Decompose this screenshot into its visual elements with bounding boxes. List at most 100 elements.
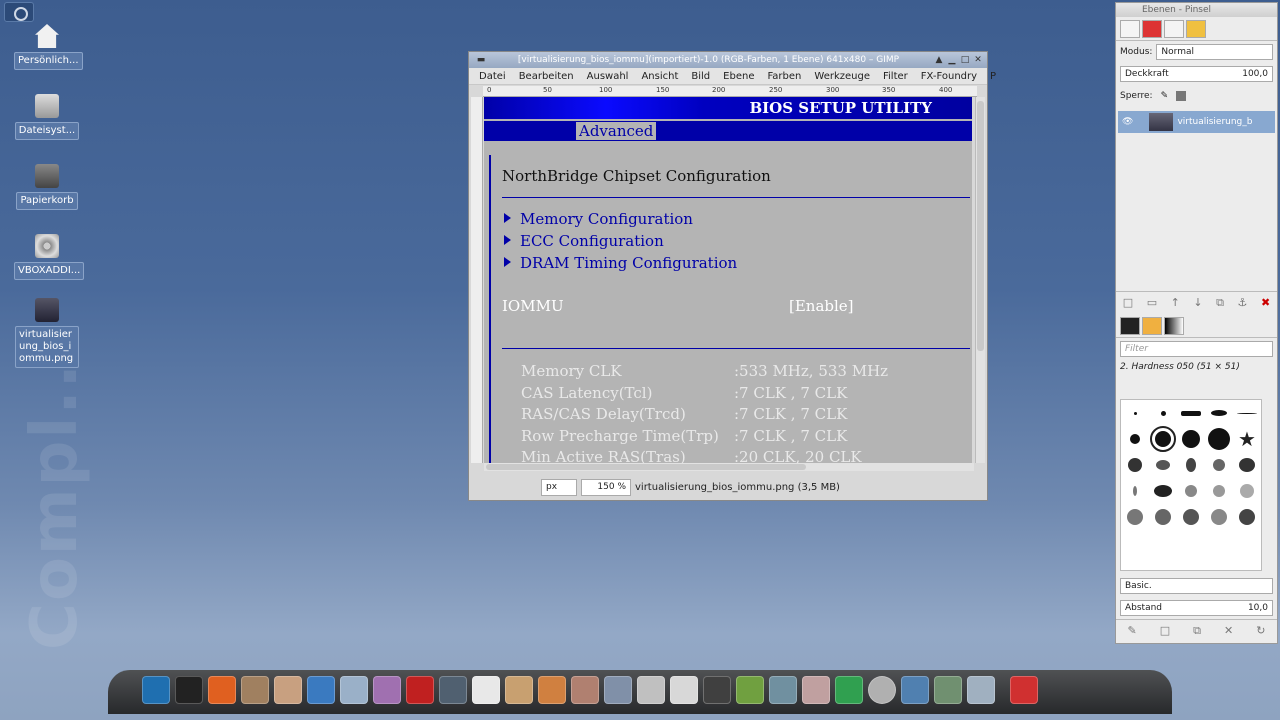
maximize-icon[interactable]: □	[960, 55, 970, 65]
brush-item[interactable]	[1239, 458, 1255, 472]
photo-icon[interactable]	[769, 676, 797, 704]
tab-brushes[interactable]	[1120, 316, 1140, 335]
tab-paths[interactable]	[1164, 19, 1184, 38]
dock-title[interactable]: Ebenen - Pinsel	[1116, 3, 1277, 17]
brush-item[interactable]	[1240, 484, 1254, 498]
brush-filter-input[interactable]: Filter	[1120, 341, 1273, 357]
bird-brush-icon[interactable]	[1154, 485, 1172, 497]
image-canvas[interactable]: BIOS SETUP UTILITY Advanced NorthBridge …	[484, 97, 972, 463]
tab-layers[interactable]	[1120, 19, 1140, 38]
desktop-icon-png[interactable]: virtualisierung_bios_iommu.png	[14, 298, 80, 368]
brush-item[interactable]	[1185, 485, 1197, 497]
desktop-icon-trash[interactable]: Papierkorb	[14, 164, 80, 210]
power-icon[interactable]	[1010, 676, 1038, 704]
brush-item[interactable]	[1127, 509, 1143, 525]
brush-item[interactable]	[1211, 410, 1227, 416]
menu-filter[interactable]: Filter	[877, 71, 915, 82]
duplicate-brush-icon[interactable]: ⧉	[1193, 624, 1201, 638]
terminal-icon[interactable]	[175, 676, 203, 704]
info-icon[interactable]	[934, 676, 962, 704]
brush-item[interactable]	[1211, 509, 1227, 525]
clipboard-icon[interactable]	[274, 676, 302, 704]
desktop-icon-home[interactable]: Persönlich...	[14, 24, 83, 70]
minimize-icon[interactable]: ▁	[947, 55, 957, 65]
brush-item[interactable]	[1208, 428, 1230, 450]
brush-item[interactable]	[1160, 410, 1166, 416]
vertical-scrollbar[interactable]	[975, 97, 985, 463]
presentation-icon[interactable]	[538, 676, 566, 704]
brush-item[interactable]	[1133, 486, 1137, 496]
zoom-select[interactable]: 150 %	[581, 478, 631, 496]
tab-gradients[interactable]	[1164, 316, 1184, 335]
media-icon[interactable]	[373, 676, 401, 704]
menu-farben[interactable]: Farben	[761, 71, 808, 82]
new-group-icon[interactable]: ▭	[1147, 296, 1157, 310]
brush-item[interactable]	[1186, 458, 1196, 472]
brush-lock-icon[interactable]: ✎	[1161, 91, 1169, 101]
window-menu-icon[interactable]: ▬	[476, 55, 486, 65]
edit-icon[interactable]	[604, 676, 632, 704]
desktop-icon-vbox[interactable]: VBOXADDI...	[14, 234, 85, 280]
delete-layer-icon[interactable]: ✖	[1261, 296, 1270, 310]
text-editor-icon[interactable]	[472, 676, 500, 704]
tab-channels[interactable]	[1142, 19, 1162, 38]
visibility-eye-icon[interactable]: 👁	[1122, 117, 1133, 127]
brush-grid[interactable]: ★	[1120, 399, 1262, 571]
ubuntu-one-icon[interactable]	[208, 676, 236, 704]
menu-ansicht[interactable]: Ansicht	[635, 71, 685, 82]
menu-datei[interactable]: Datei	[473, 71, 513, 82]
brush-item[interactable]	[1130, 434, 1140, 444]
horizontal-scrollbar[interactable]	[484, 463, 974, 471]
filezilla-icon[interactable]	[406, 676, 434, 704]
spacing-slider[interactable]: Abstand 10,0	[1120, 600, 1273, 616]
alpha-lock-icon[interactable]	[1176, 91, 1187, 101]
search-icon[interactable]	[967, 676, 995, 704]
eye-icon[interactable]	[571, 676, 599, 704]
menu-auswahl[interactable]: Auswahl	[581, 71, 636, 82]
brush-item[interactable]	[1213, 459, 1225, 471]
brush-item[interactable]	[1239, 509, 1255, 525]
brush-category-select[interactable]: Basic.	[1120, 578, 1273, 594]
menu-fx-foundry[interactable]: FX-Foundry	[915, 71, 984, 82]
brush-item[interactable]	[1128, 458, 1142, 472]
brush-item[interactable]	[1155, 509, 1171, 525]
brush-item[interactable]	[1237, 412, 1257, 414]
menu-logo-icon[interactable]	[4, 2, 34, 22]
lower-layer-icon[interactable]: ↓	[1193, 296, 1202, 310]
scroll-thumb[interactable]	[486, 464, 806, 470]
brush-item[interactable]	[1182, 430, 1200, 448]
anchor-layer-icon[interactable]: ⚓	[1238, 296, 1248, 310]
face-icon[interactable]	[340, 676, 368, 704]
image-window-titlebar[interactable]: ▬ [virtualisierung_bios_iommu](importier…	[469, 52, 987, 68]
webcam-icon[interactable]	[868, 676, 896, 704]
edit-brush-icon[interactable]: ✎	[1128, 624, 1137, 638]
globe-icon[interactable]	[307, 676, 335, 704]
folder-icon[interactable]	[241, 676, 269, 704]
network-icon[interactable]	[637, 676, 665, 704]
shade-icon[interactable]: ▲	[934, 55, 944, 65]
delete-brush-icon[interactable]: ✕	[1224, 624, 1233, 638]
scroll-thumb[interactable]	[977, 101, 984, 351]
disk-icon[interactable]	[802, 676, 830, 704]
menu-bearbeiten[interactable]: Bearbeiten	[513, 71, 581, 82]
accessibility-icon[interactable]	[142, 676, 170, 704]
update-icon[interactable]	[835, 676, 863, 704]
brush-item-selected[interactable]	[1150, 426, 1176, 452]
writer-icon[interactable]	[670, 676, 698, 704]
menu-overflow[interactable]: P	[984, 71, 1003, 82]
refresh-brushes-icon[interactable]: ↻	[1256, 624, 1265, 638]
opacity-slider[interactable]: Deckkraft 100,0	[1120, 66, 1273, 82]
new-layer-icon[interactable]: □	[1123, 296, 1133, 310]
brush-item[interactable]	[1156, 460, 1170, 470]
desktop-icon-filesystem[interactable]: Dateisyst...	[14, 94, 80, 140]
gimp-icon[interactable]	[505, 676, 533, 704]
brush-item[interactable]	[1213, 485, 1225, 497]
horizontal-ruler[interactable]: 0 50 100 150 200 250 300 350 400	[483, 86, 977, 97]
new-brush-icon[interactable]: □	[1160, 624, 1170, 638]
brush-item[interactable]	[1181, 410, 1201, 416]
tab-undo[interactable]	[1186, 19, 1206, 38]
brush-item[interactable]	[1183, 509, 1199, 525]
menu-bild[interactable]: Bild	[685, 71, 717, 82]
layer-item[interactable]: 👁 virtualisierung_b	[1118, 111, 1275, 133]
menu-werkzeuge[interactable]: Werkzeuge	[808, 71, 877, 82]
